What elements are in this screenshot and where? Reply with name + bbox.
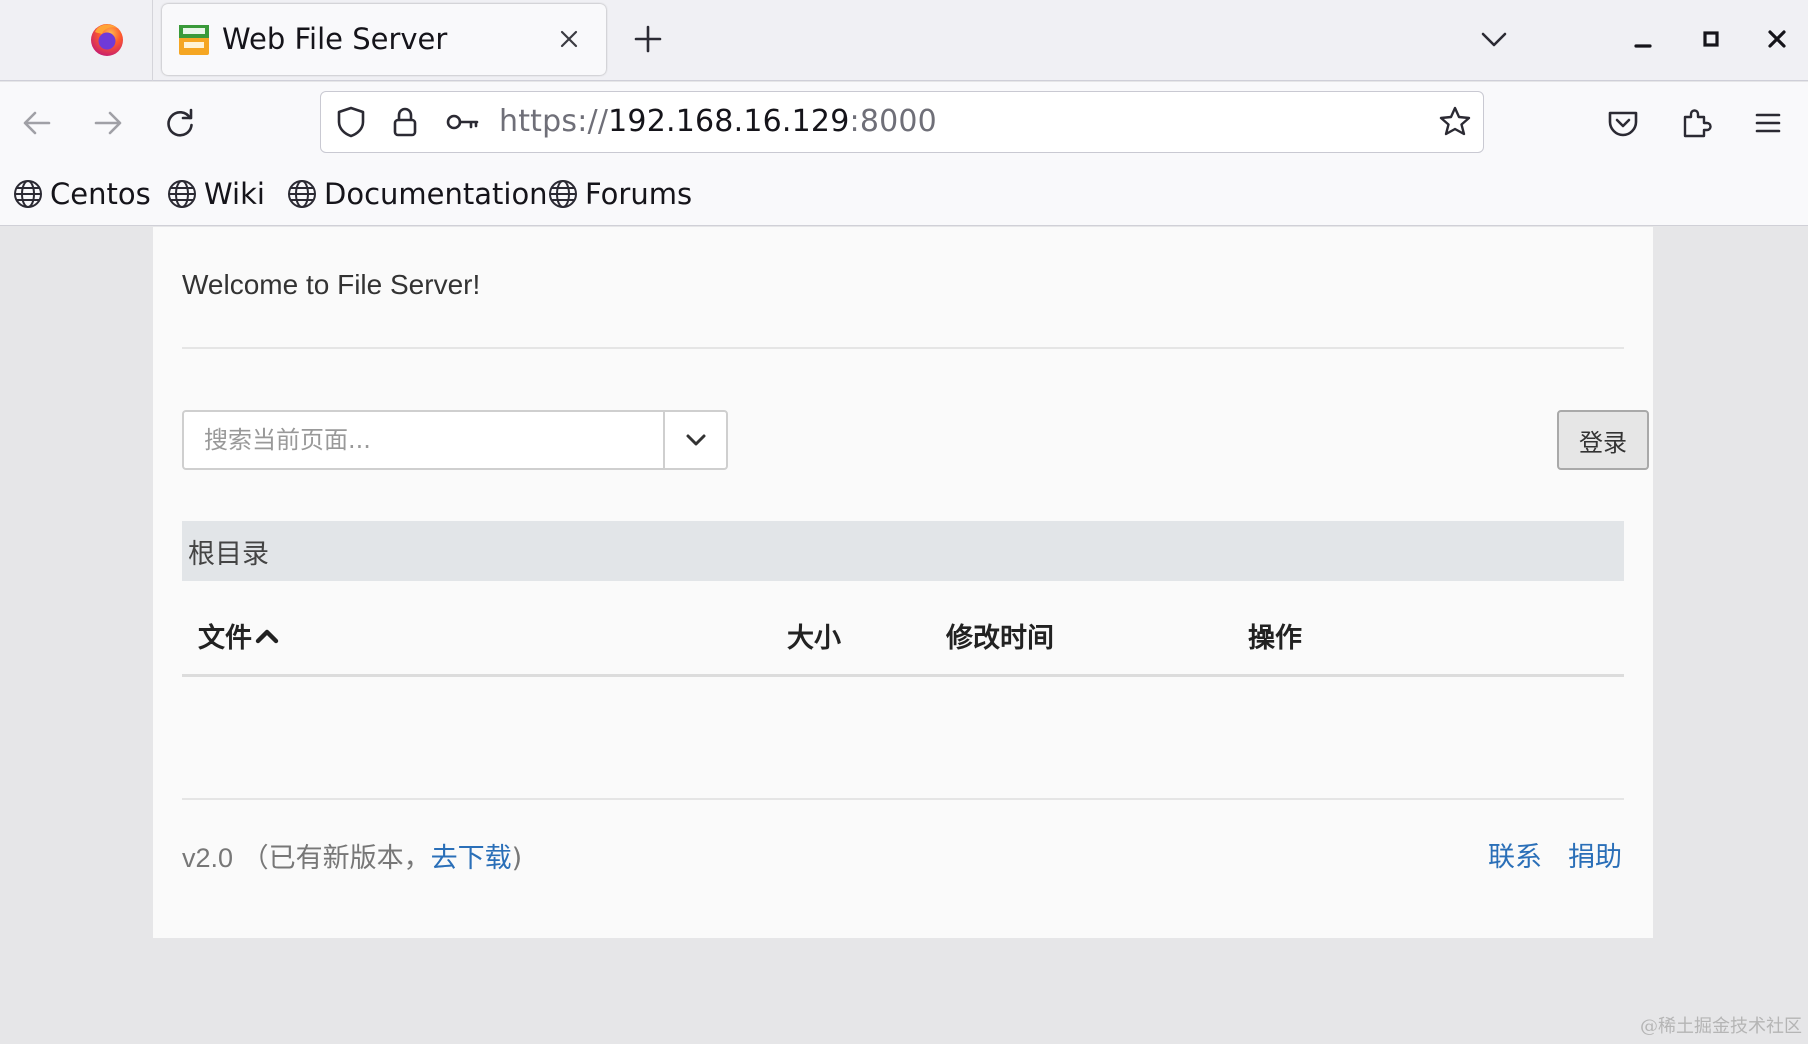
breadcrumb-root[interactable]: 根目录 <box>188 532 269 571</box>
column-header-actions: 操作 <box>1248 616 1302 655</box>
bookmark-centos[interactable]: Centos <box>12 174 151 214</box>
forward-arrow-icon[interactable] <box>89 104 127 142</box>
footer-links: 联系 捐助 <box>1488 835 1622 874</box>
close-tab-icon[interactable] <box>554 24 584 54</box>
column-header-mtime[interactable]: 修改时间 <box>946 616 1054 655</box>
search-dropdown-button[interactable] <box>665 412 726 468</box>
breadcrumb: 根目录 <box>182 521 1624 581</box>
hamburger-menu-icon[interactable] <box>1749 104 1787 142</box>
globe-icon <box>288 180 316 208</box>
update-prefix: （已有新版本， <box>241 843 431 874</box>
maximize-window-icon[interactable] <box>1696 24 1726 54</box>
bookmark-wiki[interactable]: Wiki <box>166 174 265 214</box>
header-divider <box>182 347 1624 349</box>
firefox-logo-icon[interactable] <box>88 20 126 58</box>
bookmark-label: Documentation <box>324 177 548 211</box>
column-header-size[interactable]: 大小 <box>787 616 841 655</box>
search-group <box>182 410 728 470</box>
globe-icon <box>14 180 42 208</box>
url-scheme: https:// <box>499 104 609 139</box>
column-header-label: 操作 <box>1248 623 1302 654</box>
new-tab-plus-icon[interactable] <box>631 22 665 56</box>
globe-icon <box>168 180 196 208</box>
bookmark-documentation[interactable]: Documentation <box>286 174 548 214</box>
bookmark-forums[interactable]: Forums <box>547 174 692 214</box>
welcome-heading: Welcome to File Server! <box>182 269 481 300</box>
key-permissions-icon[interactable] <box>444 103 482 141</box>
footer-divider <box>182 798 1624 800</box>
url-bar[interactable]: https://192.168.16.129:8000 <box>320 91 1484 153</box>
bookmarks-toolbar: Centos Wiki Documentation Forums <box>0 164 1808 226</box>
tab-separator <box>152 0 153 81</box>
bookmark-label: Centos <box>50 177 151 211</box>
back-arrow-icon[interactable] <box>18 104 56 142</box>
bookmark-label: Wiki <box>204 177 265 211</box>
column-header-label: 文件 <box>198 623 252 654</box>
tab-title: Web File Server <box>222 22 448 56</box>
watermark: @稀土掘金技术社区 <box>1640 1016 1802 1037</box>
cute-me-favicon-icon <box>179 25 209 55</box>
lock-icon[interactable] <box>386 103 424 141</box>
close-window-icon[interactable] <box>1762 24 1792 54</box>
url-port: :8000 <box>849 104 937 139</box>
column-header-label: 大小 <box>787 623 841 654</box>
url-host: 192.168.16.129 <box>608 104 850 139</box>
bookmark-label: Forums <box>585 177 693 211</box>
update-suffix: ) <box>511 843 523 874</box>
minimize-window-icon[interactable] <box>1628 26 1658 56</box>
version-text: v2.0 <box>182 843 234 873</box>
file-server-panel: Welcome to File Server! 登录 根目录 文件 大小 修改时… <box>153 227 1653 938</box>
search-input[interactable] <box>184 412 662 468</box>
column-header-label: 修改时间 <box>946 623 1054 654</box>
download-link[interactable]: 去下载 <box>431 843 512 874</box>
donate-link[interactable]: 捐助 <box>1568 835 1622 874</box>
chevron-down-icon <box>686 434 705 446</box>
tab-web-file-server[interactable]: Web File Server <box>162 4 606 75</box>
login-button[interactable]: 登录 <box>1557 410 1649 470</box>
tab-strip: Web File Server <box>0 0 1808 81</box>
table-header-divider <box>182 674 1624 677</box>
contact-link[interactable]: 联系 <box>1488 835 1542 874</box>
bookmark-star-icon[interactable] <box>1436 103 1474 141</box>
globe-icon <box>549 180 577 208</box>
pocket-icon[interactable] <box>1604 104 1642 142</box>
sort-ascending-icon <box>255 629 279 643</box>
reload-icon[interactable] <box>161 104 199 142</box>
list-all-tabs-chevron-icon[interactable] <box>1479 24 1509 54</box>
extensions-puzzle-icon[interactable] <box>1677 104 1715 142</box>
column-header-file[interactable]: 文件 <box>198 616 280 655</box>
navigation-toolbar: https://192.168.16.129:8000 <box>0 82 1808 164</box>
url-text[interactable]: https://192.168.16.129:8000 <box>499 104 937 139</box>
tracking-protection-shield-icon[interactable] <box>332 103 370 141</box>
footer-version: v2.0 （已有新版本，去下载) <box>182 836 522 875</box>
